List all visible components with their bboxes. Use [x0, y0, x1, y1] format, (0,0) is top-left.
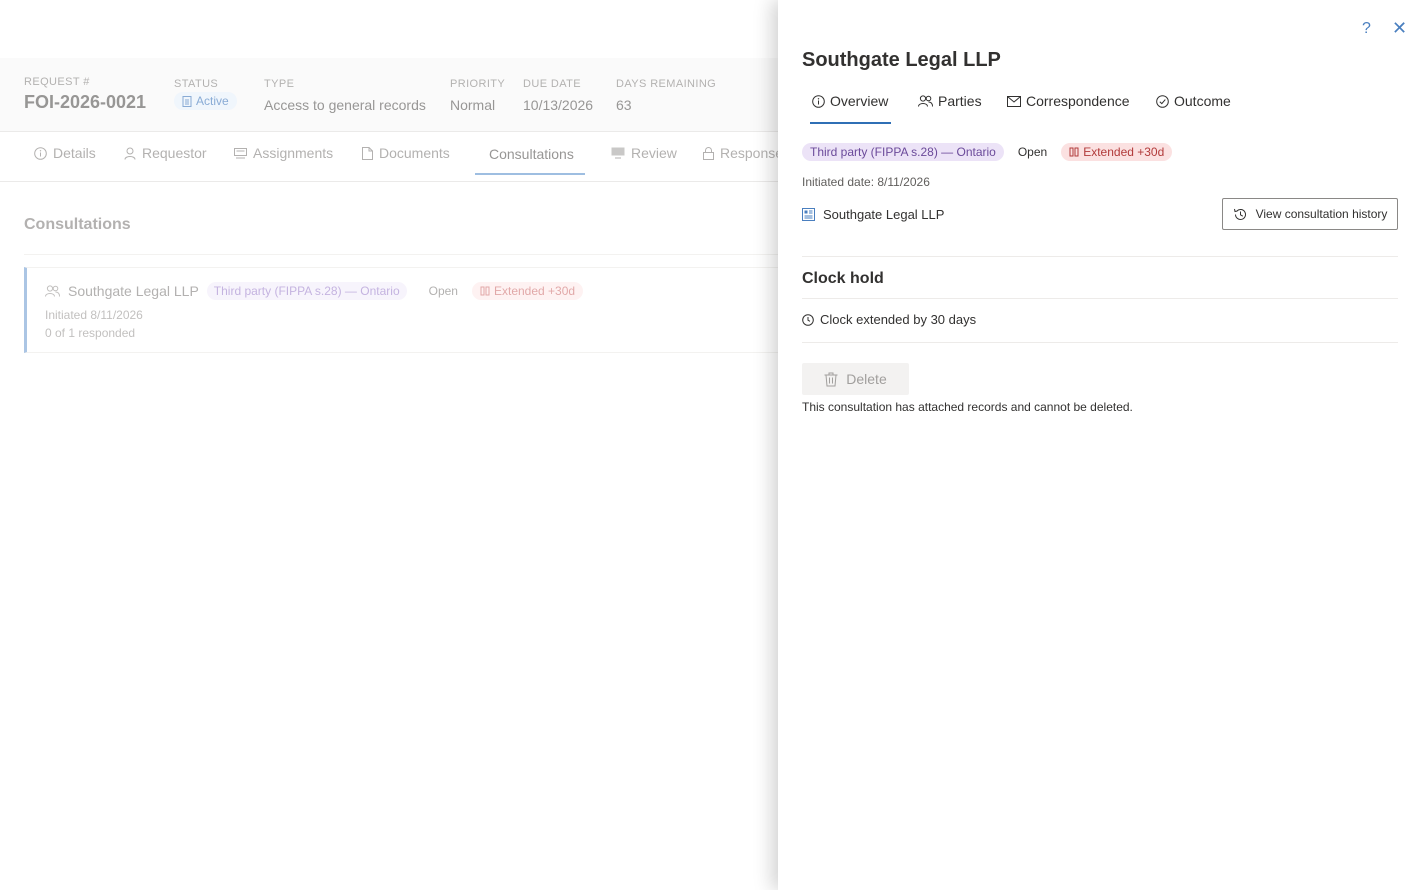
- panel-tabs: Overview Parties Correspondence Outcome: [802, 90, 1402, 126]
- initiated-date: Initiated date: 8/11/2026: [802, 175, 930, 189]
- tab-overview[interactable]: Overview: [812, 93, 888, 109]
- panel-status-tag: Open: [1017, 145, 1048, 159]
- panel-active-tab-indicator: [810, 122, 891, 124]
- view-history-button[interactable]: View consultation history: [1222, 198, 1398, 230]
- trash-icon: [824, 372, 838, 387]
- tab-correspondence[interactable]: Correspondence: [1007, 93, 1130, 109]
- tab-outcome-label: Outcome: [1174, 93, 1231, 109]
- people-icon: [918, 95, 933, 107]
- panel-extended-tag: Extended +30d: [1061, 143, 1173, 161]
- check-circle-icon: [1156, 94, 1169, 108]
- divider: [802, 342, 1398, 343]
- history-icon: [1233, 207, 1248, 222]
- delete-note: This consultation has attached records a…: [802, 400, 1133, 414]
- pause-icon: [1069, 147, 1079, 157]
- organization-icon: [802, 208, 815, 221]
- panel-title: Southgate Legal LLP: [802, 49, 1001, 71]
- panel-overlay[interactable]: [0, 0, 778, 890]
- info-icon: [812, 94, 825, 108]
- tab-parties-label: Parties: [938, 93, 982, 109]
- tab-overview-label: Overview: [830, 93, 889, 109]
- clock-extended-row: Clock extended by 30 days: [802, 312, 976, 327]
- divider: [802, 256, 1398, 257]
- panel-extended-label: Extended +30d: [1083, 145, 1165, 159]
- mail-icon: [1007, 95, 1021, 107]
- view-history-label: View consultation history: [1255, 207, 1388, 221]
- tab-correspondence-label: Correspondence: [1026, 93, 1130, 109]
- clock-extended-text: Clock extended by 30 days: [820, 312, 977, 327]
- party-row: Southgate Legal LLP: [802, 207, 944, 222]
- panel-type-tag: Third party (FIPPA s.28) — Ontario: [802, 143, 1004, 161]
- help-icon[interactable]: ?: [1362, 20, 1371, 38]
- clock-hold-title: Clock hold: [802, 270, 884, 287]
- tab-parties[interactable]: Parties: [918, 93, 982, 109]
- close-icon[interactable]: ✕: [1392, 18, 1406, 39]
- panel-tags: Third party (FIPPA s.28) — Ontario Open …: [802, 143, 1173, 161]
- consultation-panel: ? ✕ Southgate Legal LLP Overview Parties…: [778, 0, 1406, 890]
- tab-outcome[interactable]: Outcome: [1156, 93, 1231, 109]
- clock-icon: [802, 313, 814, 326]
- delete-button[interactable]: Delete: [802, 363, 909, 395]
- divider: [802, 298, 1398, 299]
- delete-label: Delete: [846, 371, 887, 387]
- party-name: Southgate Legal LLP: [823, 207, 945, 222]
